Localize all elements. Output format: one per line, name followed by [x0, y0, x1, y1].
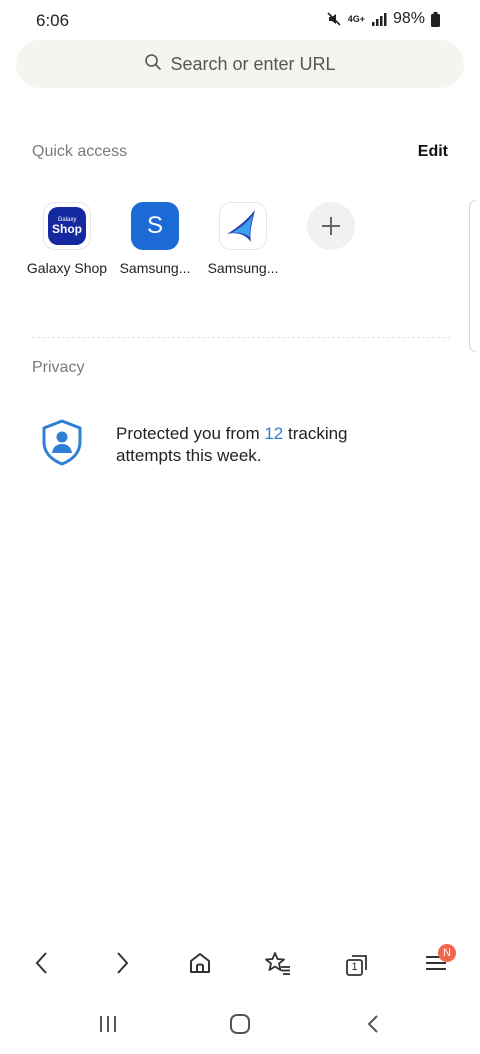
battery-percent: 98% [392, 10, 425, 27]
quick-access-item-samsung-browser[interactable]: Samsung... [202, 202, 284, 276]
quick-access-title: Quick access [32, 143, 128, 160]
tracking-count: 12 [264, 423, 284, 443]
search-icon [144, 53, 162, 76]
privacy-title: Privacy [32, 359, 85, 376]
bookmarks-button[interactable] [258, 945, 298, 985]
tabs-icon: 1 [344, 952, 370, 978]
galaxy-shop-icon-big-text: Shop [52, 222, 82, 236]
samsung-browser-icon [219, 202, 267, 250]
quick-access-add-button[interactable] [290, 202, 372, 276]
quick-access-item-samsung-s[interactable]: S Samsung... [114, 202, 196, 276]
system-back-icon [365, 1013, 381, 1040]
quick-access-label: Galaxy Shop [26, 260, 108, 276]
signal-icon [371, 12, 387, 26]
side-panel-handle[interactable] [469, 200, 476, 352]
home-icon [187, 950, 213, 981]
system-home-icon [229, 1013, 251, 1040]
bookmarks-icon [264, 950, 292, 981]
system-home-button[interactable] [220, 1006, 260, 1046]
recent-apps-icon [97, 1014, 119, 1039]
privacy-text-before: Protected you from [116, 423, 265, 443]
privacy-card[interactable]: Protected you from 12 tracking attempts … [40, 418, 406, 471]
status-time: 6:06 [36, 11, 70, 30]
samsung-s-icon: S [131, 202, 179, 250]
system-nav-bar [0, 1004, 480, 1048]
system-back-button[interactable] [353, 1006, 393, 1046]
section-divider [32, 337, 450, 338]
status-bar: 6:06 4G+ 98% [0, 0, 480, 40]
shield-user-icon [40, 418, 84, 471]
menu-button[interactable]: N [416, 944, 456, 985]
browser-toolbar: 1 N [0, 944, 480, 987]
forward-icon [112, 950, 132, 981]
home-button[interactable] [180, 945, 220, 985]
edit-button[interactable]: Edit [418, 143, 448, 161]
forward-button[interactable] [102, 945, 142, 985]
quick-access-label: Samsung... [207, 260, 279, 276]
status-icons: 4G+ 98% [326, 10, 440, 28]
recent-apps-button[interactable] [88, 1006, 128, 1046]
network-type: 4G+ [347, 14, 365, 24]
mute-icon [326, 11, 342, 27]
search-placeholder: Search or enter URL [170, 53, 336, 74]
quick-access-label: Samsung... [119, 260, 191, 276]
tabs-count: 1 [351, 961, 358, 973]
search-input[interactable]: Search or enter URL [16, 40, 464, 88]
browser-screen: 6:06 4G+ 98% Search or enter URL Quick a… [0, 0, 480, 1054]
galaxy-shop-icon: Galaxy Shop [43, 202, 91, 250]
tabs-button[interactable]: 1 [337, 945, 377, 985]
privacy-message: Protected you from 12 tracking attempts … [116, 423, 406, 467]
battery-icon [431, 11, 440, 27]
back-button[interactable] [22, 945, 62, 985]
notification-badge: N [438, 944, 456, 962]
add-icon [307, 202, 355, 250]
back-icon [32, 950, 52, 981]
quick-access-grid: Galaxy Shop Galaxy Shop S Samsung... Sam… [26, 202, 372, 276]
quick-access-item-galaxy-shop[interactable]: Galaxy Shop Galaxy Shop [26, 202, 108, 276]
samsung-s-icon-letter: S [146, 212, 163, 239]
